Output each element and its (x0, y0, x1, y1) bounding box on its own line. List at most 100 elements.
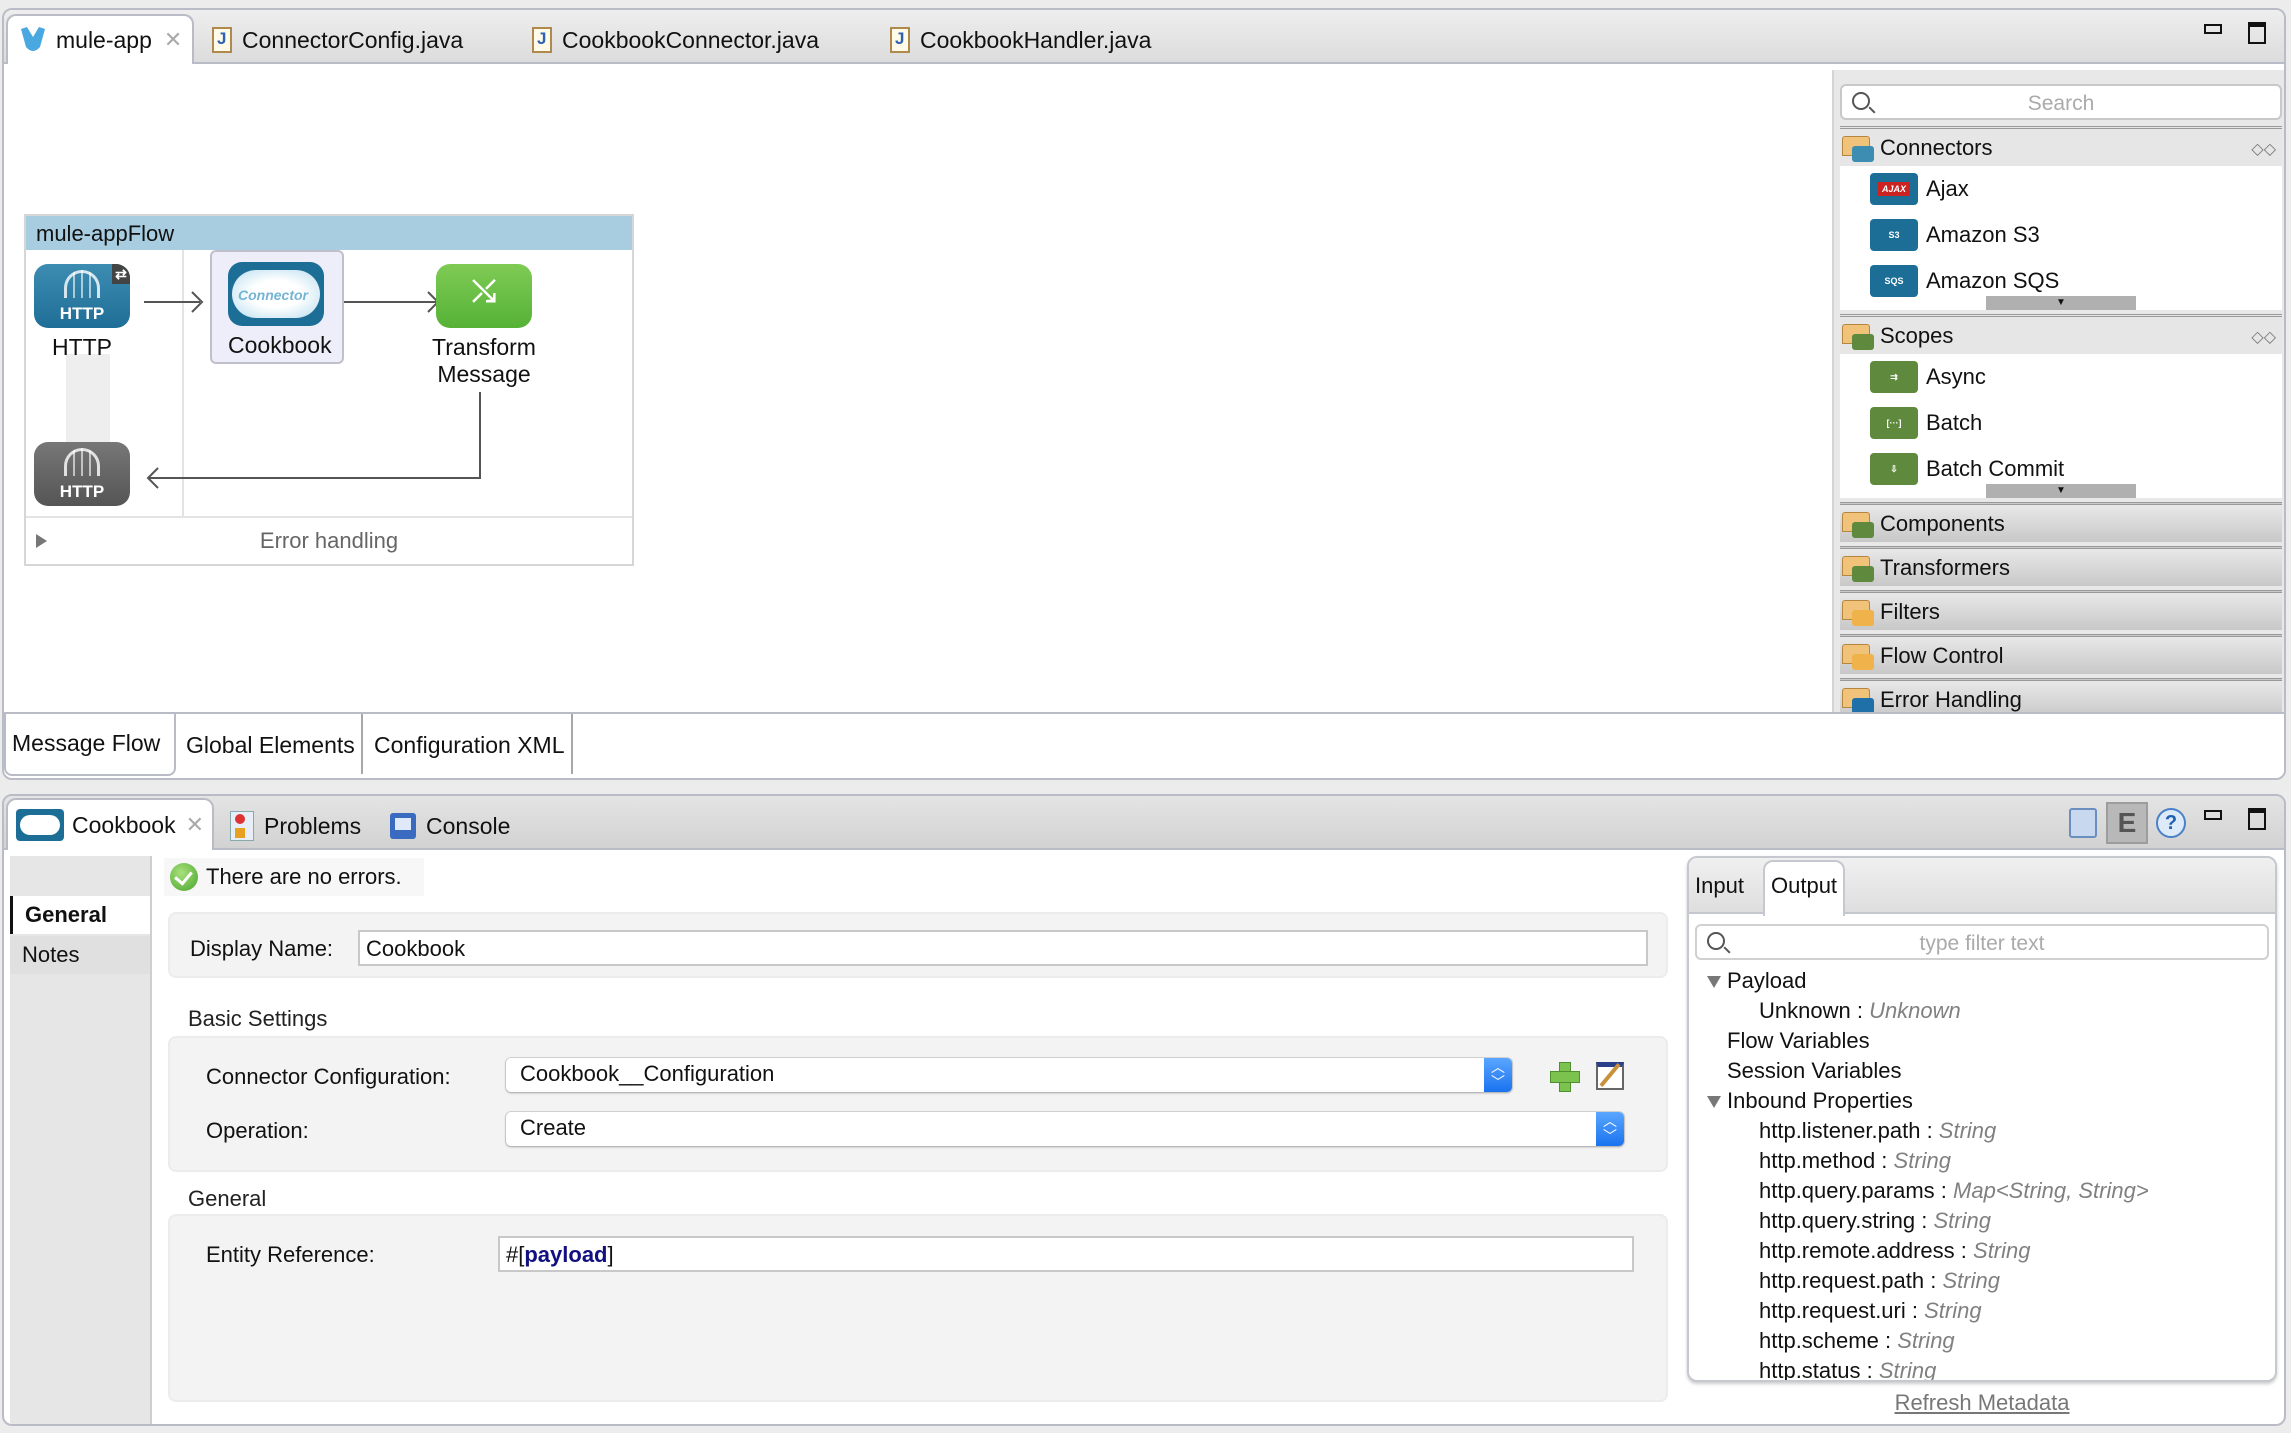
tree-item[interactable]: http.remote.address : String (1689, 1236, 2275, 1266)
search-placeholder: Search (2027, 92, 2095, 115)
tab-connectorconfig-java[interactable]: ConnectorConfig.java (212, 16, 463, 64)
expand-triangle-icon[interactable] (36, 534, 47, 548)
tab-global-elements[interactable]: Global Elements (180, 714, 363, 774)
type-separator: : (1954, 1238, 1974, 1263)
help-icon: ? (2156, 808, 2186, 838)
connector-cloud-icon: Connector (228, 262, 324, 326)
tree-item[interactable]: Session Variables (1689, 1056, 2275, 1086)
tab-mule-app[interactable]: mule-app ✕ (6, 14, 195, 64)
tree-item[interactable]: http.query.params : Map<String, String> (1689, 1176, 2275, 1206)
problems-icon (230, 811, 254, 841)
tree-item[interactable]: http.request.uri : String (1689, 1296, 2275, 1326)
arrow-transform-to-response (148, 392, 481, 479)
tab-problems[interactable]: Problems (230, 802, 361, 850)
palette-group-flow-control[interactable]: Flow Control (1840, 634, 2282, 674)
tab-message-flow[interactable]: Message Flow (4, 712, 176, 776)
tree-item-name: Payload (1727, 968, 1807, 993)
nav-general[interactable]: General (10, 896, 150, 934)
tab-configuration-xml[interactable]: Configuration XML (368, 714, 573, 774)
tree-item[interactable]: http.query.string : String (1689, 1206, 2275, 1236)
flow-editor: mule-app ✕ ConnectorConfig.java Cookbook… (2, 8, 2286, 780)
palette-group-header[interactable]: Connectors ◇◇ (1840, 126, 2282, 166)
palette-item-batch[interactable]: [···] Batch (1840, 400, 2282, 446)
expand-triangle-icon[interactable] (1707, 1096, 1721, 1108)
tree-item[interactable]: Inbound Properties (1689, 1086, 2275, 1116)
close-tab-icon[interactable]: ✕ (186, 812, 204, 838)
tree-item[interactable]: http.listener.path : String (1689, 1116, 2275, 1146)
palette-group-filters[interactable]: Filters (1840, 590, 2282, 630)
tree-item[interactable]: http.request.path : String (1689, 1266, 2275, 1296)
close-tab-icon[interactable]: ✕ (164, 27, 182, 53)
outline-button[interactable]: E (2106, 802, 2148, 844)
entity-reference-label: Entity Reference: (206, 1242, 375, 1267)
tree-item[interactable]: http.scheme : String (1689, 1326, 2275, 1356)
tree-item[interactable]: Flow Variables (1689, 1026, 2275, 1056)
help-button[interactable]: ? (2150, 802, 2192, 844)
tab-cookbook-properties[interactable]: Cookbook ✕ (6, 798, 215, 850)
scroll-more-button[interactable]: ▼ (1986, 296, 2136, 310)
tab-label: CookbookConnector.java (562, 26, 819, 53)
tab-input[interactable]: Input (1689, 864, 1750, 914)
tree-item[interactable]: Payload (1689, 966, 2275, 996)
flow-node-http[interactable]: HTTP ⇄ HTTP (34, 264, 130, 361)
tab-cookbookhandler-java[interactable]: CookbookHandler.java (890, 16, 1151, 64)
flow-node-transform-message[interactable]: ⤯ Transform Message (424, 264, 544, 388)
flow-container[interactable]: mule-appFlow HTTP ⇄ HTTP Connector Cookb… (24, 214, 634, 566)
tree-item-name: http.request.uri (1759, 1298, 1906, 1323)
console-icon (390, 813, 416, 839)
flow-node-cookbook[interactable]: Connector Cookbook (210, 250, 344, 364)
palette-group-header[interactable]: Scopes ◇◇ (1840, 314, 2282, 354)
palette-item-async[interactable]: ⇉ Async (1840, 354, 2282, 400)
refresh-metadata-link[interactable]: Refresh Metadata (1687, 1390, 2277, 1416)
flow-node-http-response[interactable]: HTTP (34, 442, 130, 512)
error-handling-section[interactable]: Error handling (26, 516, 632, 564)
group-label: Error Handling (1880, 686, 2022, 712)
tab-output[interactable]: Output (1763, 860, 1846, 916)
check-circle-icon (170, 863, 198, 891)
minimize-icon[interactable] (2204, 810, 2222, 820)
tab-label: Problems (264, 812, 362, 839)
type-separator: : (1878, 1328, 1898, 1353)
palette-group-scopes: Scopes ◇◇ ⇉ Async [···] Batch ⇩ Batch Co… (1840, 314, 2282, 498)
connector-config-select[interactable]: Cookbook__Configuration ︿ ﹀ (506, 1058, 1512, 1092)
tab-label: mule-app (56, 26, 152, 53)
edit-config-button[interactable] (1596, 1062, 1624, 1090)
palette-search-input[interactable]: Search (1840, 84, 2282, 120)
operation-select[interactable]: Create ︿ ﹀ (506, 1112, 1624, 1146)
metadata-filter-input[interactable]: type filter text (1695, 924, 2269, 960)
maximize-icon[interactable] (2248, 22, 2266, 44)
tree-item-type: String (1938, 1118, 1997, 1143)
save-button[interactable] (2062, 802, 2104, 844)
http-response-icon: HTTP (34, 442, 130, 506)
tree-item[interactable]: http.method : String (1689, 1146, 2275, 1176)
metadata-tab-bar: Input Output (1689, 858, 2275, 916)
palette-group-connectors: Connectors ◇◇ AJAX Ajax S3 Amazon S3 SQS… (1840, 126, 2282, 310)
add-config-button[interactable] (1550, 1062, 1580, 1092)
palette-group-components[interactable]: Components (1840, 502, 2282, 542)
mule-icon (21, 27, 45, 51)
palette-item-amazon-s3[interactable]: S3 Amazon S3 (1840, 212, 2282, 258)
tab-cookbookconnector-java[interactable]: CookbookConnector.java (532, 16, 819, 64)
tree-item-type: String (1878, 1358, 1937, 1380)
filter-placeholder: type filter text (1919, 932, 2045, 955)
ajax-icon: AJAX (1870, 173, 1918, 205)
tree-item-name: Flow Variables (1727, 1028, 1870, 1053)
tree-item-name: http.query.params (1759, 1178, 1935, 1203)
collapse-icon[interactable]: ◇◇ (2251, 327, 2276, 347)
basic-settings-group (168, 1036, 1668, 1172)
collapse-icon[interactable]: ◇◇ (2251, 139, 2276, 159)
entity-reference-field[interactable]: #[payload] (498, 1236, 1634, 1272)
tree-item-type: Unknown (1869, 998, 1961, 1023)
tree-item[interactable]: http.status : String (1689, 1356, 2275, 1380)
palette-group-transformers[interactable]: Transformers (1840, 546, 2282, 586)
scroll-more-button[interactable]: ▼ (1986, 484, 2136, 498)
minimize-icon[interactable] (2204, 24, 2222, 34)
maximize-icon[interactable] (2248, 808, 2266, 830)
palette-item-ajax[interactable]: AJAX Ajax (1840, 166, 2282, 212)
item-label: Amazon SQS (1926, 268, 2060, 293)
tab-console[interactable]: Console (390, 802, 510, 850)
tree-item[interactable]: Unknown : Unknown (1689, 996, 2275, 1026)
nav-notes[interactable]: Notes (10, 936, 150, 974)
display-name-field[interactable]: Cookbook (358, 930, 1648, 966)
expand-triangle-icon[interactable] (1707, 976, 1721, 988)
